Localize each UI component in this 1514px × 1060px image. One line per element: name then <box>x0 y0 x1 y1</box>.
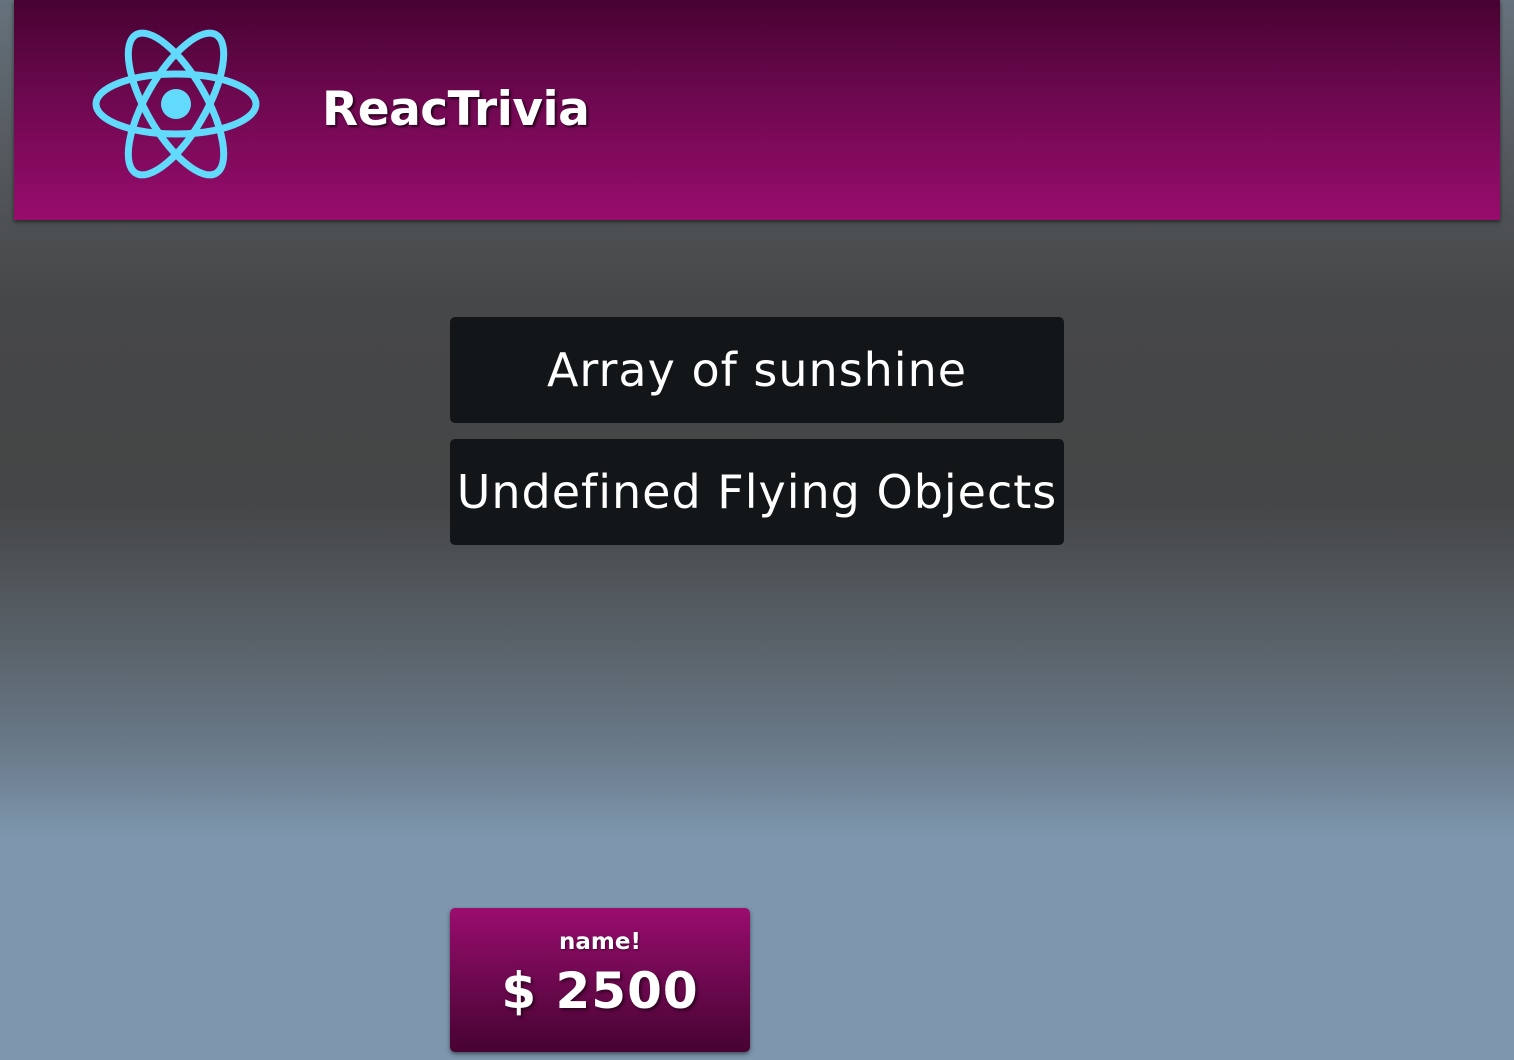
answer-list: Array of sunshine Undefined Flying Objec… <box>450 317 1064 561</box>
app-header: ReacTrivia <box>14 0 1500 220</box>
player-name: name! <box>559 929 641 955</box>
react-atom-icon <box>90 22 262 186</box>
player-score-card: name! $ 2500 <box>450 908 750 1052</box>
player-score: $ 2500 <box>501 962 699 1020</box>
answer-option-button[interactable]: Array of sunshine <box>450 317 1064 423</box>
app-title: ReacTrivia <box>322 82 590 137</box>
answer-option-button[interactable]: Undefined Flying Objects <box>450 439 1064 545</box>
